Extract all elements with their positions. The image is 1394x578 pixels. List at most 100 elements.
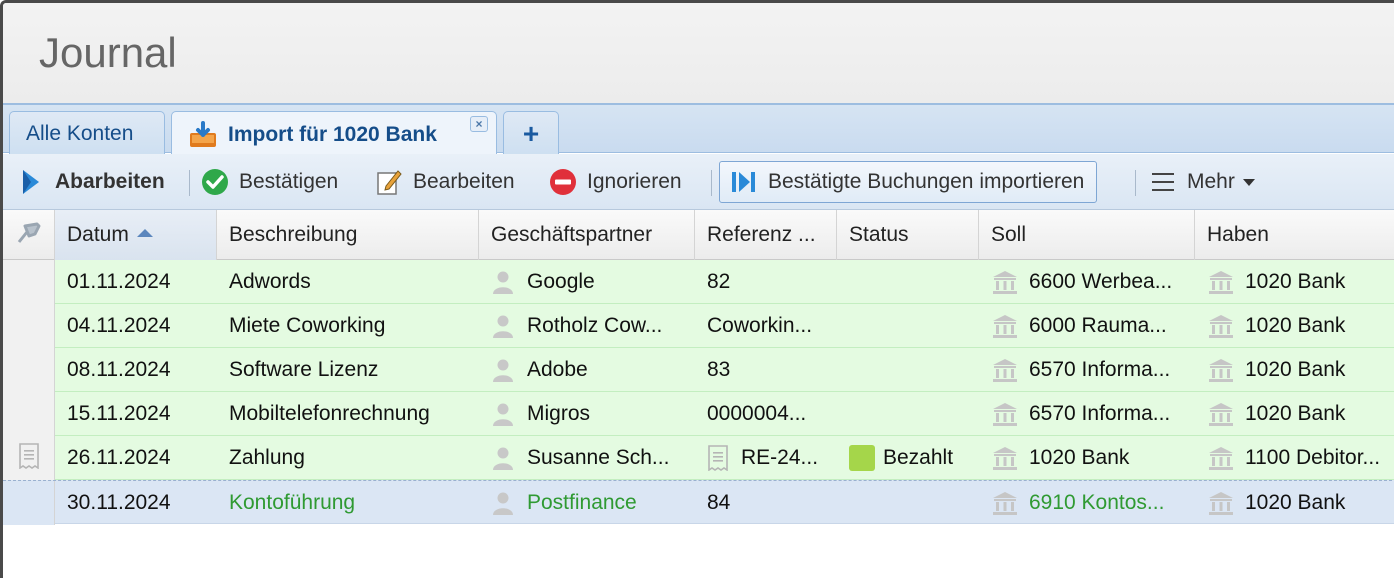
journal-window: Journal Alle Konten Import für 1020 Bank… [0,0,1394,578]
hamburger-menu-icon [1149,168,1177,196]
column-header-debit[interactable]: Soll [979,210,1195,260]
confirm-button[interactable]: Bestätigen [201,162,338,202]
cell-reference[interactable]: 0000004... [695,392,837,436]
cell-status[interactable] [837,304,979,348]
row-marker[interactable] [3,481,55,525]
pin-column-header[interactable] [3,210,55,260]
row-marker[interactable] [3,436,55,480]
reference-text: RE-24... [741,446,819,469]
cell-status[interactable] [837,260,979,304]
reference-text: 0000004... [707,402,807,425]
description-text: Mobiltelefonrechnung [229,402,430,425]
cell-date[interactable]: 04.11.2024 [55,304,217,348]
cell-partner[interactable]: Migros [479,392,695,436]
add-tab-button[interactable]: + [503,111,559,156]
close-tab-icon[interactable]: × [470,116,488,132]
cell-reference[interactable]: 84 [695,481,837,525]
cell-credit[interactable]: 1020 Bank [1195,348,1394,392]
cell-credit[interactable]: 1020 Bank [1195,260,1394,304]
ignore-button[interactable]: Ignorieren [549,162,682,202]
partner-text: Susanne Sch... [527,446,670,469]
cell-description[interactable]: Zahlung [217,436,479,480]
skip-forward-icon [730,168,758,196]
toolbar-divider [189,170,190,196]
pencil-note-icon [375,168,403,196]
tab-label: Alle Konten [26,122,134,145]
cell-date[interactable]: 15.11.2024 [55,392,217,436]
import-confirmed-button[interactable]: Bestätigte Buchungen importieren [719,161,1098,203]
cell-status[interactable]: Bezahlt [837,436,979,480]
date-text: 30.11.2024 [67,491,171,514]
column-header-reference[interactable]: Referenz ... [695,210,837,260]
cell-debit[interactable]: 6000 Rauma... [979,304,1195,348]
page-title: Journal [39,29,177,76]
table-row[interactable]: 04.11.2024 Miete Coworking Rotholz Cow... C… [3,304,1394,348]
cell-debit[interactable]: 6910 Kontos... [979,481,1195,525]
cell-debit[interactable]: 6570 Informa... [979,348,1195,392]
cell-reference[interactable]: Coworkin... [695,304,837,348]
cell-partner[interactable]: Adobe [479,348,695,392]
cell-status[interactable] [837,481,979,525]
reference-text: 84 [707,491,731,514]
column-header-description[interactable]: Beschreibung [217,210,479,260]
description-text: Zahlung [229,446,305,469]
cell-status[interactable] [837,348,979,392]
bank-account-icon [1207,313,1235,339]
cell-partner[interactable]: Postfinance [479,481,695,525]
column-header-credit[interactable]: Haben [1195,210,1394,260]
column-debit-label: Soll [991,223,1027,246]
cell-reference[interactable]: 83 [695,348,837,392]
cell-credit[interactable]: 1020 Bank [1195,481,1394,525]
column-header-date[interactable]: Datum [55,210,217,260]
cell-status[interactable] [837,392,979,436]
person-icon [491,446,515,470]
cell-credit[interactable]: 1100 Debitor... [1195,436,1394,480]
cell-reference[interactable]: 82 [695,260,837,304]
cell-date[interactable]: 01.11.2024 [55,260,217,304]
table-row[interactable]: 30.11.2024 Kontoführung Postfinance 84 6910 … [3,480,1394,525]
cell-debit[interactable]: 1020 Bank [979,436,1195,480]
cell-partner[interactable]: Rotholz Cow... [479,304,695,348]
table-row[interactable]: 08.11.2024 Software Lizenz Adobe 83 6570 Inf… [3,348,1394,392]
tab-alle-konten[interactable]: Alle Konten [9,111,165,156]
cell-description[interactable]: Kontoführung [217,481,479,525]
play-arrow-icon [17,168,45,196]
cell-description[interactable]: Software Lizenz [217,348,479,392]
sort-ascending-icon [136,229,153,237]
cell-date[interactable]: 30.11.2024 [55,481,217,525]
cell-reference[interactable]: RE-24... [695,436,837,480]
cell-partner[interactable]: Susanne Sch... [479,436,695,480]
cell-debit[interactable]: 6570 Informa... [979,392,1195,436]
column-status-label: Status [849,223,909,246]
row-marker[interactable] [3,348,55,392]
status-color-badge [849,445,875,471]
edit-button[interactable]: Bearbeiten [375,162,515,202]
cell-description[interactable]: Adwords [217,260,479,304]
bank-account-icon [991,313,1019,339]
column-header-status[interactable]: Status [837,210,979,260]
bank-account-icon [1207,357,1235,383]
bank-account-icon [991,357,1019,383]
cell-debit[interactable]: 6600 Werbea... [979,260,1195,304]
column-header-partner[interactable]: Geschäftspartner [479,210,695,260]
tab-import-1020-bank[interactable]: Import für 1020 Bank × [171,111,497,157]
table-row[interactable]: 15.11.2024 Mobiltelefonrechnung Migros 0000… [3,392,1394,436]
table-row[interactable]: 26.11.2024 Zahlung Susanne Sch... RE-24... B… [3,436,1394,480]
column-description-label: Beschreibung [229,223,358,246]
cell-credit[interactable]: 1020 Bank [1195,304,1394,348]
cell-date[interactable]: 26.11.2024 [55,436,217,480]
process-button[interactable]: Abarbeiten [17,162,165,202]
more-menu-button[interactable]: Mehr [1149,162,1255,202]
reference-text: 82 [707,270,731,293]
row-marker[interactable] [3,304,55,348]
row-marker[interactable] [3,260,55,304]
row-marker[interactable] [3,392,55,436]
process-label: Abarbeiten [55,170,165,193]
cell-date[interactable]: 08.11.2024 [55,348,217,392]
cell-partner[interactable]: Google [479,260,695,304]
table-row[interactable]: 01.11.2024 Adwords Google 82 6600 Werbea... 1… [3,260,1394,304]
cell-description[interactable]: Mobiltelefonrechnung [217,392,479,436]
cell-description[interactable]: Miete Coworking [217,304,479,348]
toolbar-divider [711,170,712,196]
cell-credit[interactable]: 1020 Bank [1195,392,1394,436]
